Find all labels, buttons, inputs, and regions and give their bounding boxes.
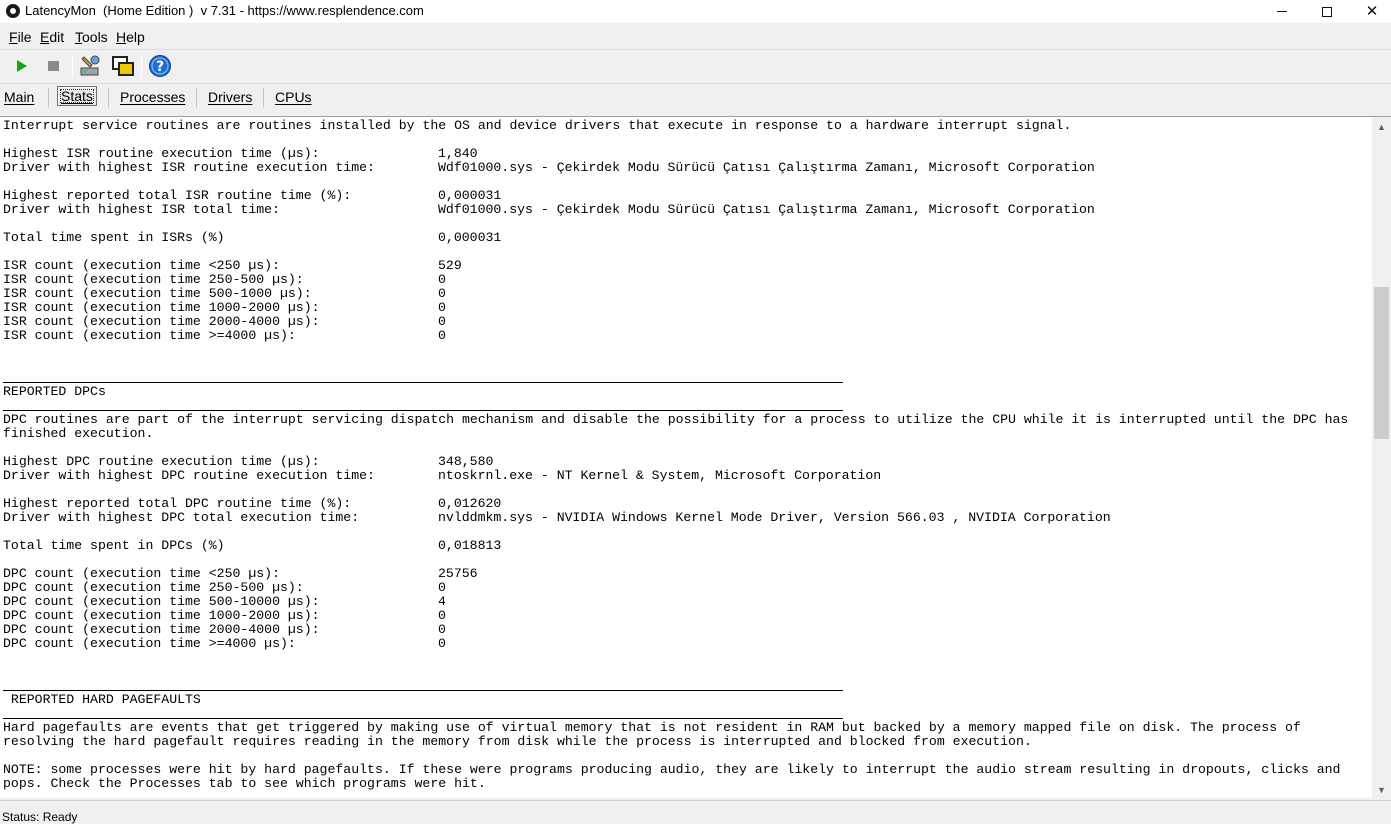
menu-help[interactable]: Help	[116, 29, 145, 45]
help-button[interactable]: ?	[147, 53, 173, 79]
scroll-up-button[interactable]: ▲	[1372, 118, 1391, 135]
tab-stats[interactable]: Stats	[57, 86, 97, 106]
tab-processes[interactable]: Processes	[120, 89, 185, 105]
pagefault-section-header: REPORTED HARD PAGEFAULTS	[3, 692, 201, 707]
tab-separator	[48, 88, 49, 108]
dpc-row: Highest DPC routine execution time (µs):…	[3, 454, 494, 469]
windows-button[interactable]	[110, 53, 136, 79]
dpc-intro: finished execution.	[3, 426, 154, 441]
app-icon	[6, 4, 20, 18]
pagefault-intro: Hard pagefaults are events that get trig…	[3, 720, 1301, 735]
stop-button[interactable]	[40, 53, 66, 79]
dpc-count-row: DPC count (execution time 1000-2000 µs):…	[3, 608, 446, 623]
dpc-count-row: DPC count (execution time 250-500 µs): 0	[3, 580, 446, 595]
stop-icon	[48, 61, 59, 71]
tab-separator	[263, 88, 264, 108]
dpc-section-header: REPORTED DPCs	[3, 384, 106, 399]
close-button[interactable]: ✕	[1349, 0, 1391, 23]
menu-bar: File Edit Tools Help	[0, 27, 1391, 47]
svg-text:?: ?	[156, 59, 164, 75]
isr-row: Driver with highest ISR routine executio…	[3, 160, 1095, 175]
section-rule	[3, 382, 843, 383]
tab-main[interactable]: Main	[4, 89, 34, 105]
chevron-down-icon: ▼	[1377, 784, 1386, 795]
pagefault-intro: resolving the hard pagefault requires re…	[3, 734, 1032, 749]
stats-report[interactable]: Interrupt service routines are routines …	[0, 116, 1372, 798]
isr-row: Driver with highest ISR total time: Wdf01…	[3, 202, 1095, 217]
isr-row: Highest reported total ISR routine time …	[3, 188, 502, 203]
isr-row: Highest ISR routine execution time (µs):…	[3, 146, 478, 161]
windows-icon	[112, 56, 134, 76]
pagefault-note: pops. Check the Processes tab to see whi…	[3, 776, 486, 791]
isr-count-row: ISR count (execution time 250-500 µs): 0	[3, 272, 446, 287]
scroll-down-button[interactable]: ▼	[1372, 781, 1391, 798]
section-rule	[3, 718, 843, 719]
isr-count-row: ISR count (execution time 2000-4000 µs):…	[3, 314, 446, 329]
maximize-icon	[1322, 6, 1332, 17]
dpc-row: Driver with highest DPC routine executio…	[3, 468, 882, 483]
tab-cpus[interactable]: CPUs	[275, 89, 312, 105]
scroll-thumb[interactable]	[1374, 287, 1389, 439]
maximize-button[interactable]	[1304, 0, 1350, 23]
dpc-count-row: DPC count (execution time >=4000 µs): 0	[3, 636, 446, 651]
isr-count-row: ISR count (execution time 500-1000 µs): 0	[3, 286, 446, 301]
dpc-count-row: DPC count (execution time <250 µs): 25756	[3, 566, 478, 581]
chevron-up-icon: ▲	[1377, 121, 1386, 132]
dpc-intro: DPC routines are part of the interrupt s…	[3, 412, 1349, 427]
dpc-row: Driver with highest DPC total execution …	[3, 510, 1111, 525]
tab-separator	[196, 88, 197, 108]
dpc-row: Highest reported total DPC routine time …	[3, 496, 502, 511]
tab-drivers[interactable]: Drivers	[208, 89, 252, 105]
minimize-button[interactable]	[1259, 0, 1305, 23]
menu-file[interactable]: File	[9, 29, 32, 45]
isr-count-row: ISR count (execution time 1000-2000 µs):…	[3, 300, 446, 315]
close-icon: ✕	[1365, 2, 1379, 20]
toolbar-separator	[141, 56, 142, 78]
toolbar: ?	[0, 49, 1391, 81]
status-text: Status: Ready	[2, 810, 78, 824]
menu-tools[interactable]: Tools	[75, 29, 108, 45]
driver-tool-icon	[80, 55, 100, 76]
window-title: LatencyMon (Home Edition ) v 7.31 - http…	[25, 3, 424, 18]
section-rule	[3, 410, 843, 411]
tab-bar: Main Stats Processes Drivers CPUs	[0, 83, 1391, 112]
minimize-icon	[1277, 11, 1287, 12]
title-bar: LatencyMon (Home Edition ) v 7.31 - http…	[0, 0, 1391, 23]
pagefault-note: NOTE: some processes were hit by hard pa…	[3, 762, 1341, 777]
menu-edit[interactable]: Edit	[40, 29, 64, 45]
play-icon	[17, 60, 27, 72]
dpc-count-row: DPC count (execution time 500-10000 µs):…	[3, 594, 446, 609]
isr-row: Total time spent in ISRs (%) 0,000031	[3, 230, 502, 245]
driver-tool-button[interactable]	[77, 53, 103, 79]
isr-count-row: ISR count (execution time >=4000 µs): 0	[3, 328, 446, 343]
dpc-row: Total time spent in DPCs (%) 0,018813	[3, 538, 502, 553]
status-bar: Status: Ready	[0, 800, 1391, 824]
start-button[interactable]	[8, 53, 34, 79]
tab-separator	[108, 88, 109, 108]
section-rule	[3, 690, 843, 691]
vertical-scrollbar[interactable]: ▲ ▼	[1372, 116, 1391, 798]
isr-count-row: ISR count (execution time <250 µs): 529	[3, 258, 462, 273]
dpc-count-row: DPC count (execution time 2000-4000 µs):…	[3, 622, 446, 637]
toolbar-separator	[72, 56, 73, 78]
help-icon: ?	[149, 55, 171, 77]
isr-intro: Interrupt service routines are routines …	[3, 118, 1072, 133]
